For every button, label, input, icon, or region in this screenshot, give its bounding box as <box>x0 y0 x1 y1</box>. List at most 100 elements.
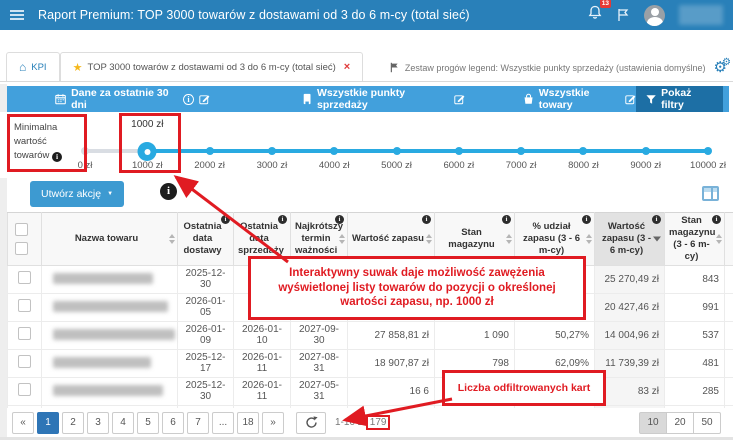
table-row[interactable]: 2025-12-172026-01-112027-08-3118 907,87 … <box>8 349 733 377</box>
slider-tick-label: 4000 zł <box>319 160 350 171</box>
sort-icon[interactable] <box>506 234 512 244</box>
info-icon[interactable]: i <box>183 94 193 105</box>
slider-tick-dot[interactable] <box>455 147 463 155</box>
column-header-stan-magazynu-36[interactable]: Stan magazynu (3 - 6 m-cy)i <box>665 213 725 266</box>
sort-icon[interactable] <box>716 234 722 244</box>
table-cell: 537 <box>665 321 725 349</box>
column-header-ostatnia-sprzedaz[interactable]: Ostatnia data sprzedażyi <box>234 213 291 266</box>
slider-tick-dot[interactable] <box>642 147 650 155</box>
slider-active-track <box>147 149 708 153</box>
page-button-4[interactable]: 4 <box>112 412 134 434</box>
column-header-udzial-zapasu[interactable]: % udział zapasu (3 - 6 m-cy)i <box>515 213 595 266</box>
page-size-20[interactable]: 20 <box>666 412 694 434</box>
table-cell <box>291 265 348 293</box>
notifications-button[interactable]: 13 <box>588 5 602 25</box>
column-header-wartosc-zapasu[interactable]: Wartość zapasui <box>348 213 435 266</box>
row-checkbox[interactable] <box>18 299 31 312</box>
info-icon[interactable]: i <box>160 183 177 200</box>
info-icon[interactable]: i <box>335 215 344 224</box>
next-page-button[interactable]: » <box>262 412 284 434</box>
table-cell: 83 zł <box>595 377 665 405</box>
table-row[interactable]: 2026-01-0520 427,46 zł991 <box>8 293 733 321</box>
create-action-button[interactable]: Utwórz akcję ▼ <box>30 181 124 207</box>
slider-tick-dot[interactable] <box>517 147 525 155</box>
goods-basket-icon <box>523 93 534 105</box>
page-size-group: 102050 <box>639 412 721 434</box>
column-header-nazwa[interactable]: Nazwa towaru <box>42 213 178 266</box>
page-button-7[interactable]: 7 <box>187 412 209 434</box>
date-range-filter[interactable]: Dane za ostatnie 30 dni i <box>55 87 210 111</box>
show-filters-button[interactable]: Pokaż filtry <box>636 86 723 112</box>
info-icon[interactable]: i <box>712 215 721 224</box>
slider-handle[interactable] <box>138 142 157 161</box>
grid-header-row: Nazwa towaruOstatnia data dostawyiOstatn… <box>8 213 733 266</box>
edit-icon[interactable] <box>625 93 636 105</box>
column-header-stan-magazynu[interactable]: Stan magazynui <box>435 213 515 266</box>
column-header-najkrotszy-termin[interactable]: Najkrótszy termin ważnościi <box>291 213 348 266</box>
info-icon[interactable]: i <box>221 215 230 224</box>
row-checkbox[interactable] <box>18 271 31 284</box>
page-button-2[interactable]: 2 <box>62 412 84 434</box>
goods-filter[interactable]: Wszystkie towary <box>523 87 636 111</box>
page-button-6[interactable]: 6 <box>162 412 184 434</box>
info-icon[interactable]: i <box>582 215 591 224</box>
product-name-cell <box>42 377 178 405</box>
slider-tick-dot[interactable] <box>579 147 587 155</box>
info-icon[interactable]: i <box>652 215 661 224</box>
slider-tick-dot[interactable] <box>81 147 89 155</box>
slider-tick-dot[interactable] <box>330 147 338 155</box>
home-icon: ⌂ <box>19 60 26 74</box>
info-icon[interactable]: i <box>278 215 287 224</box>
column-header-ks[interactable]: KS- <box>725 213 733 266</box>
row-checkbox[interactable] <box>18 383 31 396</box>
page-button-1[interactable]: 1 <box>37 412 59 434</box>
slider-tick-dot[interactable] <box>268 147 276 155</box>
table-row[interactable]: 2025-12-302026-01-112027-05-3116 683 zł2… <box>8 377 733 405</box>
tab-kpi[interactable]: ⌂ KPI <box>6 52 60 81</box>
row-checkbox[interactable] <box>18 327 31 340</box>
sort-icon[interactable] <box>339 234 345 244</box>
edit-icon[interactable] <box>199 93 210 105</box>
table-cell: 2027-08-31 <box>291 349 348 377</box>
sort-desc-icon[interactable] <box>653 236 661 241</box>
info-icon[interactable]: i <box>52 152 62 162</box>
menu-hamburger-icon[interactable] <box>10 10 24 20</box>
column-chooser-icon[interactable] <box>702 186 719 201</box>
sort-icon[interactable] <box>586 234 592 244</box>
filter-row-checkbox[interactable] <box>15 242 28 255</box>
settings-gears-icon[interactable]: ⚙⚙ <box>714 60 727 81</box>
close-tab-icon[interactable]: × <box>344 61 350 73</box>
row-checkbox[interactable] <box>18 355 31 368</box>
slider-tick-dot[interactable] <box>704 147 712 155</box>
sort-icon[interactable] <box>169 234 175 244</box>
column-header-ostatnia-dostawa[interactable]: Ostatnia data dostawyi <box>178 213 234 266</box>
pos-filter[interactable]: Wszystkie punkty sprzedaży <box>302 87 465 111</box>
prev-page-button[interactable]: « <box>12 412 34 434</box>
slider-track[interactable]: 1000 zł 0 zł1000 zł2000 zł3000 zł4000 zł… <box>85 112 708 178</box>
tab-report-active[interactable]: ★ TOP 3000 towarów z dostawami od 3 do 6… <box>60 52 364 81</box>
flag-button[interactable] <box>616 8 630 22</box>
page-size-10[interactable]: 10 <box>639 412 667 434</box>
page-size-50[interactable]: 50 <box>693 412 721 434</box>
product-name-redacted <box>53 329 175 340</box>
filtered-count: 179 <box>366 415 391 430</box>
page-button-3[interactable]: 3 <box>87 412 109 434</box>
refresh-button[interactable] <box>296 412 326 434</box>
page-button-5[interactable]: 5 <box>137 412 159 434</box>
table-cell: 16 6 <box>348 377 435 405</box>
user-avatar[interactable] <box>644 5 665 26</box>
table-row[interactable]: 2025-12-3025 270,49 zł843 <box>8 265 733 293</box>
table-row[interactable]: 2026-01-092026-01-102027-09-3027 858,81 … <box>8 321 733 349</box>
slider-tick-dot[interactable] <box>206 147 214 155</box>
column-header-wartosc-zapasu-36[interactable]: Wartość zapasu (3 - 6 m-cy)i <box>595 213 665 266</box>
select-all-checkbox[interactable] <box>15 223 28 236</box>
info-icon[interactable]: i <box>502 215 511 224</box>
table-cell: 25 270,49 zł <box>595 265 665 293</box>
slider-tick-dot[interactable] <box>393 147 401 155</box>
product-name-redacted <box>53 357 151 368</box>
page-button-18[interactable]: 18 <box>237 412 259 434</box>
info-icon[interactable]: i <box>422 215 431 224</box>
table-cell: 2025-12-30 <box>178 265 234 293</box>
edit-icon[interactable] <box>454 93 465 105</box>
sort-icon[interactable] <box>426 234 432 244</box>
